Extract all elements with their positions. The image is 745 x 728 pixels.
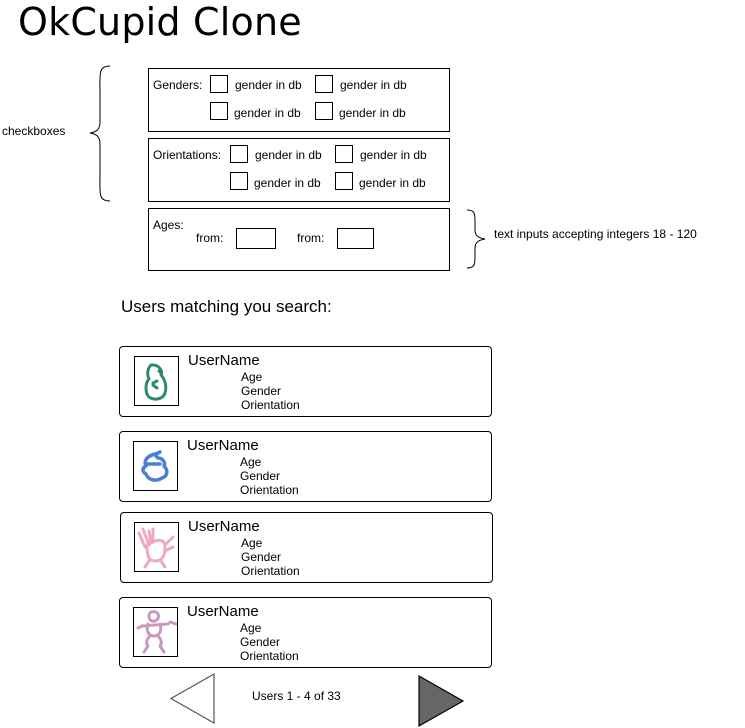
orientation-option-label-3: gender in db [254,176,321,190]
age-to-label: from: [297,231,325,245]
user-gender: Gender [240,469,281,483]
user-age: Age [240,455,262,469]
genders-label: Genders: [153,78,203,92]
user-orientation: Orientation [240,483,299,497]
avatar [134,522,179,572]
next-page-icon[interactable] [417,674,467,728]
avatar-sketch-icon [136,610,178,654]
gender-option-label-1: gender in db [235,78,302,92]
orientation-option-label-4: gender in db [359,176,426,190]
user-age: Age [240,621,262,635]
age-max-input[interactable] [337,228,374,249]
age-from-label: from: [196,231,224,245]
gender-option-label-2: gender in db [340,78,407,92]
avatar [133,607,178,657]
user-orientation: Orientation [240,649,299,663]
user-orientation: Orientation [241,564,300,578]
user-name[interactable]: UserName [188,352,260,369]
gender-checkbox-1[interactable] [210,75,228,93]
brace-icon [466,209,486,269]
user-age: Age [241,536,263,550]
user-name[interactable]: UserName [187,437,259,454]
gender-checkbox-3[interactable] [210,102,228,120]
gender-option-label-4: gender in db [339,106,406,120]
age-min-input[interactable] [236,228,276,249]
gender-option-label-3: gender in db [234,106,301,120]
user-gender: Gender [240,635,281,649]
user-orientation: Orientation [241,398,300,412]
orientation-checkbox-4[interactable] [335,172,353,190]
user-age: Age [241,370,263,384]
checkboxes-annotation: checkboxes [2,124,66,138]
page-title: OkCupid Clone [18,0,302,44]
orientation-option-label-2: gender in db [360,148,427,162]
orientation-option-label-1: gender in db [255,148,322,162]
avatar-sketch-icon [141,450,169,482]
gender-checkbox-2[interactable] [315,75,333,93]
ages-label: Ages: [153,218,184,232]
orientation-checkbox-2[interactable] [335,145,353,163]
results-heading: Users matching you search: [121,297,332,316]
user-name[interactable]: UserName [188,518,260,535]
text-inputs-annotation: text inputs accepting integers 18 - 120 [494,227,697,241]
pagination-status: Users 1 - 4 of 33 [252,689,341,703]
user-name[interactable]: UserName [187,603,259,620]
avatar [133,441,178,491]
brace-icon [89,65,111,202]
avatar-sketch-icon [144,363,168,401]
avatar-sketch-icon [137,527,175,569]
gender-checkbox-4[interactable] [315,102,333,120]
orientation-checkbox-1[interactable] [230,145,248,163]
orientations-label: Orientations: [153,148,222,162]
orientation-checkbox-3[interactable] [230,172,248,190]
previous-page-icon[interactable] [168,672,218,726]
avatar [134,356,179,406]
user-gender: Gender [241,384,282,398]
user-gender: Gender [241,550,282,564]
